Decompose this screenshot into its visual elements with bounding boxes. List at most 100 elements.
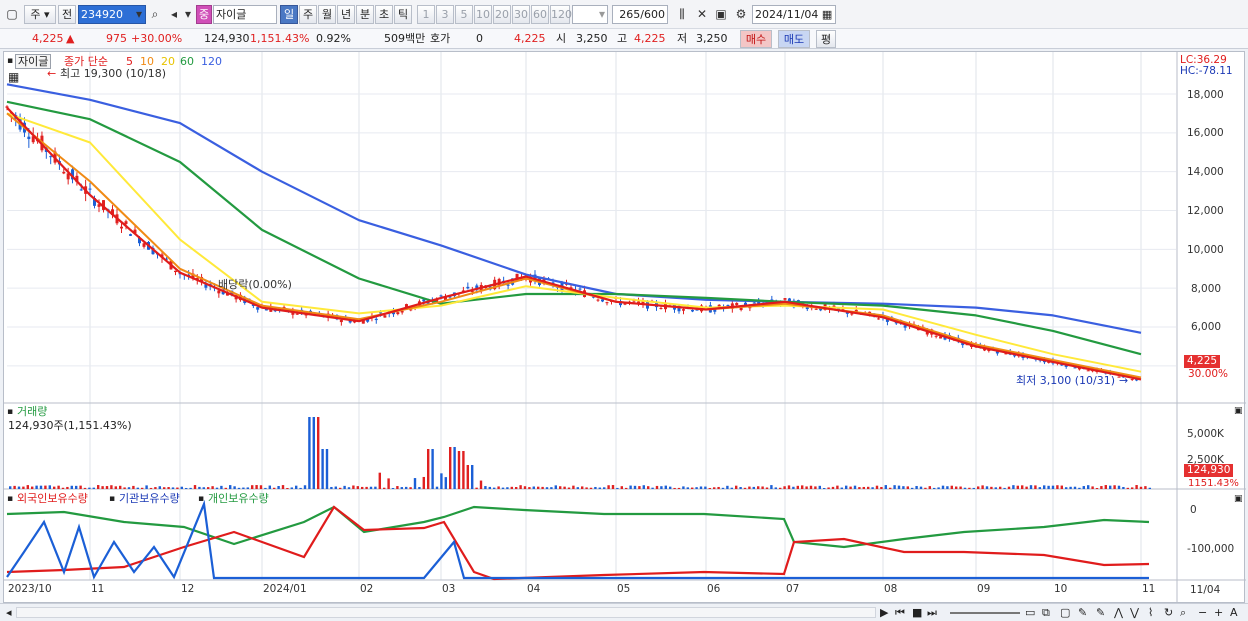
volume-bar [717,486,720,489]
volume-bar [449,447,452,489]
rewind-icon[interactable]: ⏮ [895,606,905,619]
volume-bar [378,472,381,489]
minimize-icon[interactable]: ▣ [1234,493,1243,506]
copy-icon[interactable]: ⧉ [1042,606,1050,619]
tab-day[interactable]: 일 [280,5,298,24]
horizontal-scrollbar[interactable] [16,607,876,618]
volume-bar [875,485,879,489]
interval-120[interactable]: 120 [550,5,572,24]
interval-1[interactable]: 1 [417,5,435,24]
stock-tag[interactable]: 자이글 [15,54,52,69]
zoom-in-icon[interactable]: + [1214,606,1223,619]
volume-bar [35,485,38,489]
tab-minute[interactable]: 분 [356,5,374,24]
volume-bar [431,449,434,489]
count-field[interactable]: 265/600 [612,5,668,24]
tab-year[interactable]: 년 [337,5,355,24]
volume-bar [933,487,936,489]
forward-icon[interactable]: ⏭ [927,606,937,619]
volume-bar [972,487,975,489]
chevron-down-icon[interactable]: ▾ [180,6,196,22]
volume-bar [673,487,676,489]
buy-button[interactable]: 매수 [740,30,772,48]
sell-button[interactable]: 매도 [778,30,810,48]
volume-bar [1095,487,1099,489]
stock-name-field[interactable]: 자이글 [213,5,277,24]
layout-icon[interactable]: ▭ [1025,606,1035,619]
hoga-label: 호가 [430,32,451,45]
table-icon[interactable]: ▦ [8,71,19,84]
volume-bar [919,486,923,489]
tool-icon[interactable]: ⋁ [1130,606,1139,619]
minimize-icon[interactable]: ▣ [1234,405,1243,418]
x-tick-label: 11 [91,583,105,595]
volume-bar [708,487,711,489]
date-field[interactable]: 2024/11/04 ▦ [752,5,836,24]
chart-svg[interactable] [4,52,1246,604]
candle-body [506,284,510,286]
window-icon[interactable]: ▢ [1060,606,1070,619]
x-axis: 2023/10 11 12 2024/01 02 03 04 05 06 07 08 09 10 11 [4,582,1246,598]
candle-icon[interactable]: ⫼ [674,6,690,22]
volume-bar [396,486,399,489]
prev-button[interactable]: 전 [58,5,76,24]
volume-bar [233,486,236,489]
x-tick-label: 2023/10 [8,583,52,595]
volume-last-pct: 1151.43% [1188,478,1239,489]
chevron-down-icon[interactable]: ▾ [594,6,610,22]
volume-bar [655,485,659,489]
volume-bar [75,485,78,489]
interval-3[interactable]: 3 [436,5,454,24]
tool-icon[interactable]: ⋀ [1114,606,1123,619]
interval-5[interactable]: 5 [455,5,473,24]
mode-select[interactable]: 주 ▾ [24,5,56,24]
volume-bar [317,417,320,489]
calendar-icon[interactable]: ▦ [822,8,832,21]
volume-bar [779,487,782,489]
volume-bar [475,487,478,489]
tab-tick[interactable]: 틱 [394,5,412,24]
zoom-slider[interactable] [950,612,1020,614]
volume-bar [827,487,830,489]
scroll-left-icon[interactable]: ◂ [6,606,12,619]
volume-bar [339,487,342,489]
play-icon[interactable]: ▶ [880,606,888,619]
tab-week[interactable]: 주 [299,5,317,24]
draw-icon[interactable]: ✎ [1096,606,1105,619]
volume-bar [805,486,808,489]
interval-30[interactable]: 30 [512,5,530,24]
zoom-out-icon[interactable]: − [1198,606,1207,619]
refresh-icon[interactable]: ↻ [1164,606,1173,619]
volume-bar [79,485,82,489]
volume-bar [154,487,157,489]
interval-10[interactable]: 10 [474,5,492,24]
volume-bar [101,486,104,489]
volume-bar [369,486,373,489]
text-icon[interactable]: A [1230,606,1238,619]
volume-bar [325,449,329,489]
chart-area[interactable]: ▪ 자이글 종가 단순 5 10 20 60 120 ← 최고 19,300 (… [3,51,1246,604]
ma-line-5 [6,106,1142,381]
volume-bar [981,485,984,489]
crosshair-icon[interactable]: ✕ [694,6,710,22]
tab-month[interactable]: 월 [318,5,336,24]
last-price-tag: 4,225 [1184,355,1221,368]
avg-button[interactable]: 평 [816,30,836,48]
gear-icon[interactable]: ⚙ [733,6,749,22]
tab-second[interactable]: 초 [375,5,393,24]
interval-20[interactable]: 20 [493,5,511,24]
chevron-down-icon[interactable]: ▾ [131,6,147,22]
stop-icon[interactable]: ■ [912,606,922,619]
interval-60[interactable]: 60 [531,5,549,24]
zoom-icon[interactable]: ⌕ [1180,606,1186,619]
window-icon[interactable]: ▢ [4,6,20,22]
tool-icon[interactable]: ⌇ [1148,606,1153,619]
volume-bar [127,487,131,489]
volume-bar [1135,485,1138,489]
search-icon[interactable]: ⌕ [147,6,163,22]
draw-icon[interactable]: ✎ [1078,606,1087,619]
x-tick-label: 02 [360,583,374,595]
volume-bar [66,486,69,489]
save-icon[interactable]: ▣ [713,6,729,22]
x-tick-label: 2024/01 [263,583,307,595]
